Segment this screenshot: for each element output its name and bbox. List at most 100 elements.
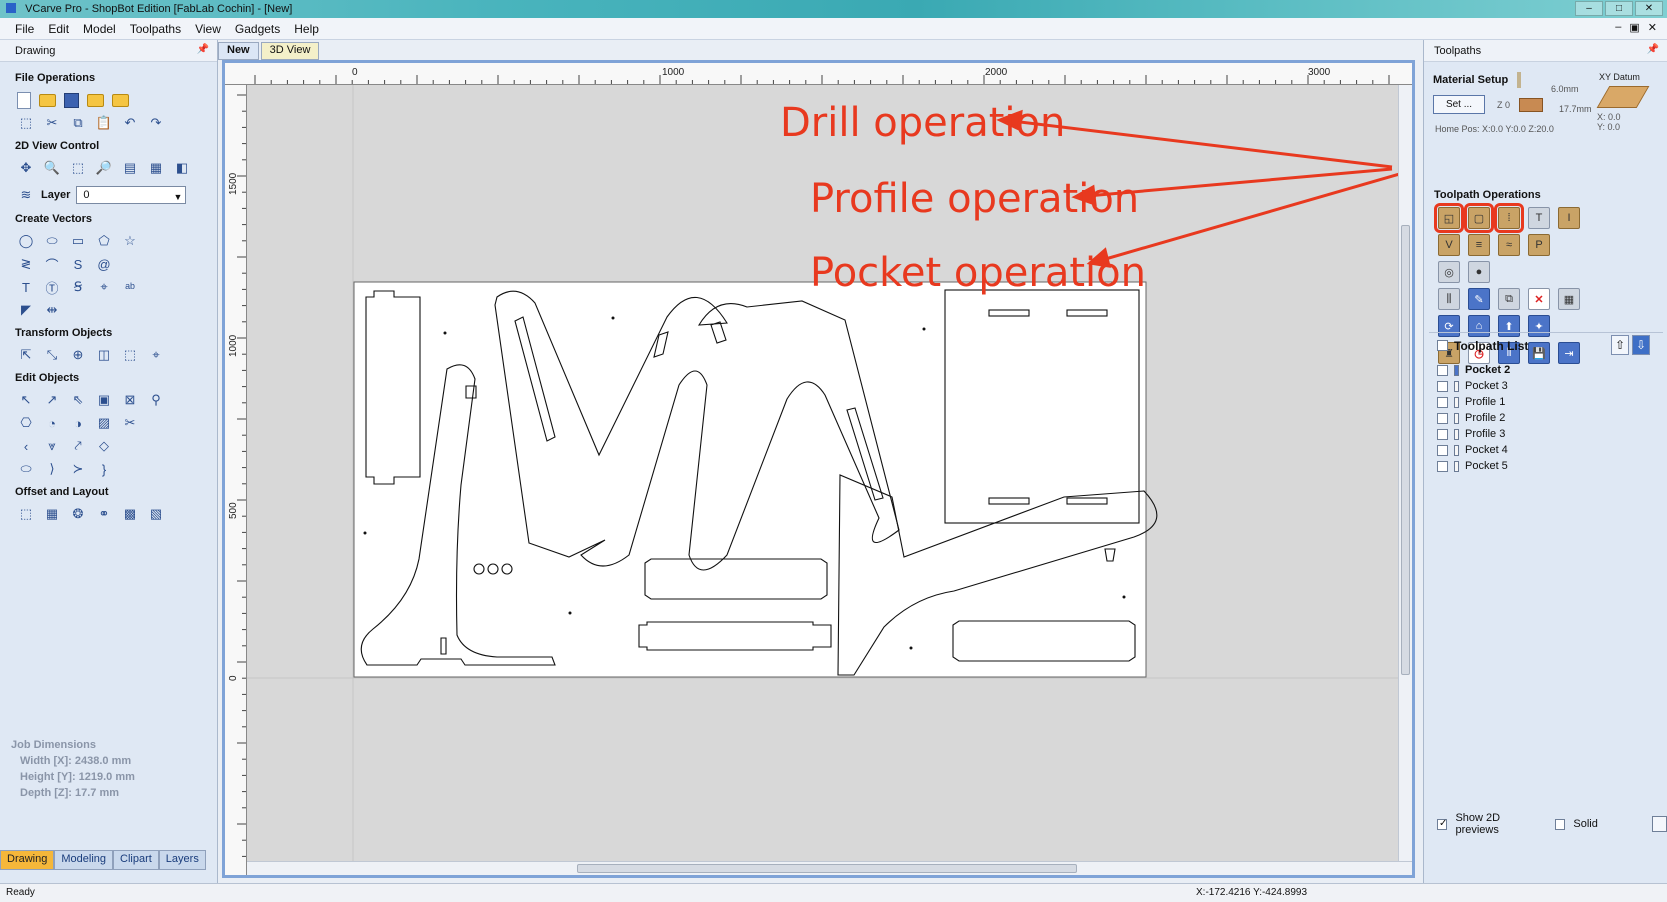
text-icon[interactable]: T [17,278,35,296]
toolpath-item[interactable]: Profile 1 [1437,394,1510,410]
vcarve-text-icon[interactable]: T [1528,207,1550,229]
arc-icon[interactable]: ⌒ [43,255,61,273]
copy-along-path-icon[interactable]: ⚭ [95,505,113,523]
offset-icon[interactable]: ⬚ [17,505,35,523]
interactive-select-icon[interactable]: ⇖ [69,391,87,409]
redo-icon[interactable]: ↷ [147,114,165,132]
fillet-icon[interactable]: ‹ [17,437,35,455]
import-bitmap-icon[interactable] [112,93,129,107]
toolpath-checkbox[interactable] [1437,460,1448,472]
toolpath-item[interactable]: Pocket 2 [1437,362,1510,378]
toolpath-item[interactable]: Profile 2 [1437,410,1510,426]
menu-model[interactable]: Model [76,22,123,36]
toggle-grid-icon[interactable]: ▦ [147,159,165,177]
zoom-all-icon[interactable]: ⬚ [69,159,87,177]
move-down-button[interactable]: ⇩ [1632,335,1650,355]
fluting-toolpath-icon[interactable]: ≡ [1468,234,1490,256]
circular-copy-icon[interactable]: ❂ [69,505,87,523]
toolpath-item[interactable]: Pocket 5 [1437,458,1510,474]
roughing-toolpath-icon[interactable]: ◎ [1438,261,1460,283]
weld-icon[interactable]: ⎔ [17,414,35,432]
tool-database-icon[interactable]: ⫼ [1438,288,1460,310]
import-vectors-icon[interactable] [87,93,104,107]
solid-checkbox[interactable] [1554,818,1566,830]
distort-icon[interactable]: ⬚ [121,346,139,364]
spiral-icon[interactable]: @ [95,255,113,273]
auto-layout-text-icon[interactable]: Ⓣ [43,278,61,296]
h-scroll-thumb[interactable] [577,864,1077,873]
center-icon[interactable]: ⌖ [147,346,165,364]
tab-modeling[interactable]: Modeling [54,850,113,870]
rectangle-icon[interactable]: ▭ [69,232,87,250]
trim-icon[interactable]: ▨ [95,414,113,432]
toolpath-item[interactable]: Profile 3 [1437,426,1510,442]
set-material-button[interactable]: Set ... [1433,95,1485,114]
intersect-icon[interactable]: ◑ [69,414,87,432]
layer-dropdown[interactable]: 0 ▼ [76,186,187,204]
doc-close-button[interactable]: ✕ [1648,21,1657,34]
menu-help[interactable]: Help [287,22,326,36]
close-button[interactable]: ✕ [1635,1,1663,16]
smooth-icon[interactable]: ◇ [95,437,113,455]
new-file-icon[interactable] [17,91,31,109]
select-icon[interactable]: ↖ [17,391,35,409]
ellipse-icon[interactable]: ⬭ [43,232,61,250]
copy-toolpath-icon[interactable]: ⧉ [1498,288,1520,310]
node-edit-icon[interactable]: ↗ [43,391,61,409]
merge-icon[interactable]: ≻ [69,460,87,478]
move-up-button[interactable]: ⇧ [1611,335,1629,355]
copy-icon[interactable]: ⧉ [69,114,87,132]
doc-restore-button[interactable]: ▣ [1629,21,1639,34]
tab-3d-view[interactable]: 3D View [260,42,320,60]
pocket-toolpath-icon[interactable]: ▢ [1464,203,1494,233]
toolpath-list-checkbox[interactable] [1437,340,1448,351]
pin-icon[interactable]: 📌 [1647,44,1659,55]
texture-toolpath-icon[interactable]: ≈ [1498,234,1520,256]
toolpath-item[interactable]: Pocket 4 [1437,442,1510,458]
dimensions-tool-icon[interactable]: ⇹ [43,301,61,319]
mirror-icon[interactable]: ◫ [95,346,113,364]
close-vector-icon[interactable]: ⬭ [17,460,35,478]
preview-settings-button[interactable] [1651,816,1667,832]
polyline-icon[interactable]: ≷ [17,255,35,273]
cut-icon[interactable]: ✂ [43,114,61,132]
toolpath-checkbox[interactable] [1437,444,1448,456]
delete-toolpath-icon[interactable]: ✕ [1528,288,1550,310]
doc-minimize-button[interactable]: – [1615,21,1621,34]
star-icon[interactable]: ☆ [121,232,139,250]
tab-drawing[interactable]: Drawing [0,850,55,870]
menu-edit[interactable]: Edit [41,22,76,36]
menu-toolpaths[interactable]: Toolpaths [123,22,188,36]
menu-gadgets[interactable]: Gadgets [228,22,287,36]
toolpath-checkbox[interactable] [1437,380,1448,392]
undo-icon[interactable]: ↶ [121,114,139,132]
profile-toolpath-icon[interactable]: ◱ [1434,203,1464,233]
pin-icon[interactable]: 📌 [197,44,209,55]
tab-layers[interactable]: Layers [158,850,206,870]
extend-icon[interactable]: ⤤ [69,437,87,455]
subtract-icon[interactable]: ◔ [43,414,61,432]
text-on-curve-icon[interactable]: Ꞩ [69,278,87,296]
open-vector-icon[interactable]: ⟩ [43,460,61,478]
toolpath-checkbox[interactable] [1437,428,1448,440]
toolpath-checkbox[interactable] [1437,412,1448,424]
scale-icon[interactable]: ⤡ [43,346,61,364]
join-icon[interactable]: ⚲ [147,391,165,409]
paste-icon[interactable]: 📋 [95,114,113,132]
job-size-icon[interactable]: ⬚ [17,114,35,132]
zoom-in-icon[interactable]: 🔍 [43,159,61,177]
vertical-scrollbar[interactable] [1398,85,1412,861]
maximize-button[interactable]: □ [1605,1,1633,16]
fit-icon[interactable]: ▧ [147,505,165,523]
prism-toolpath-icon[interactable]: P [1528,234,1550,256]
bracket-icon[interactable]: } [95,460,113,478]
trace-bitmap-icon[interactable]: ◤ [17,301,35,319]
datum-plate-icon[interactable] [1596,86,1650,108]
v-scroll-thumb[interactable] [1401,225,1410,675]
tab-new[interactable]: New [218,42,259,60]
minimize-button[interactable]: – [1575,1,1603,16]
chamfer-icon[interactable]: ⩔ [43,437,61,455]
tab-clipart[interactable]: Clipart [113,850,159,870]
text-arc-icon[interactable]: ⌖ [95,278,113,296]
inlay-toolpath-icon[interactable]: I [1558,207,1580,229]
